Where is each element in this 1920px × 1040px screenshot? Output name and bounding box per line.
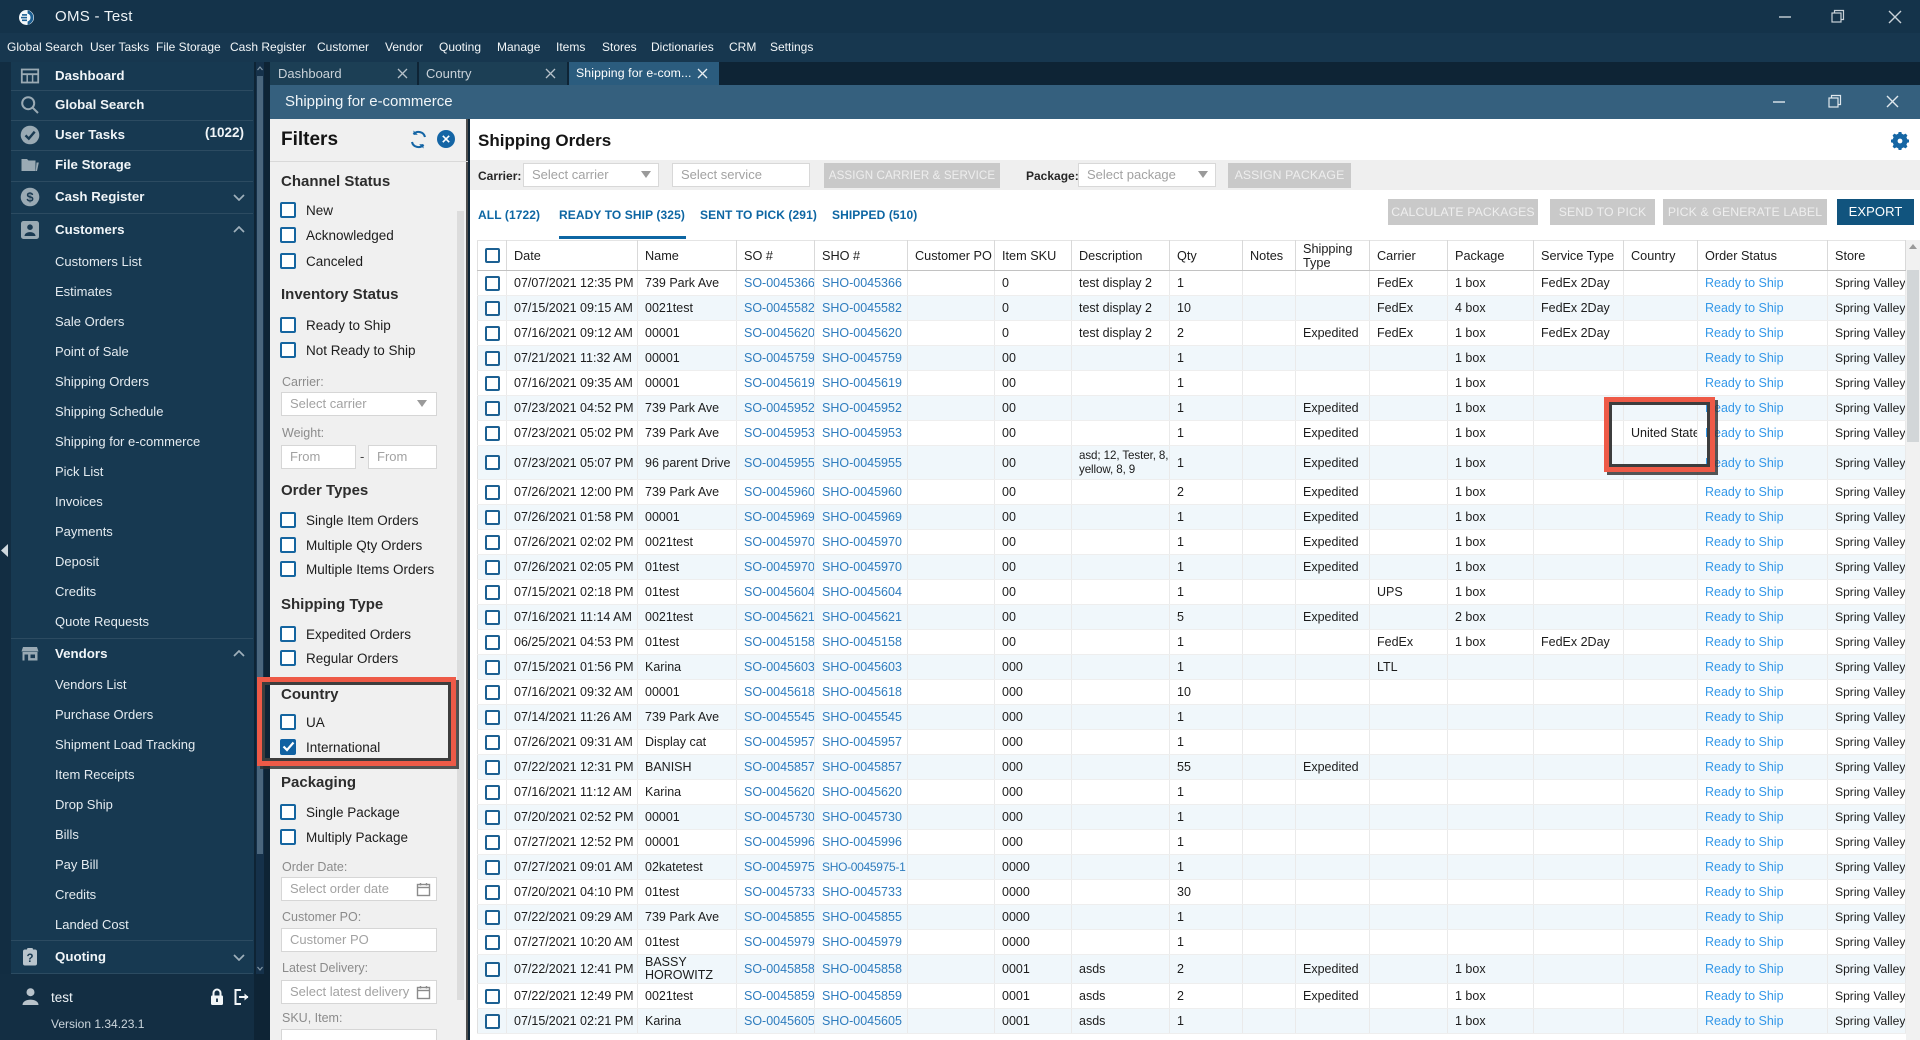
svg-text:?: ? — [26, 953, 33, 965]
svg-text:$: $ — [26, 190, 34, 205]
